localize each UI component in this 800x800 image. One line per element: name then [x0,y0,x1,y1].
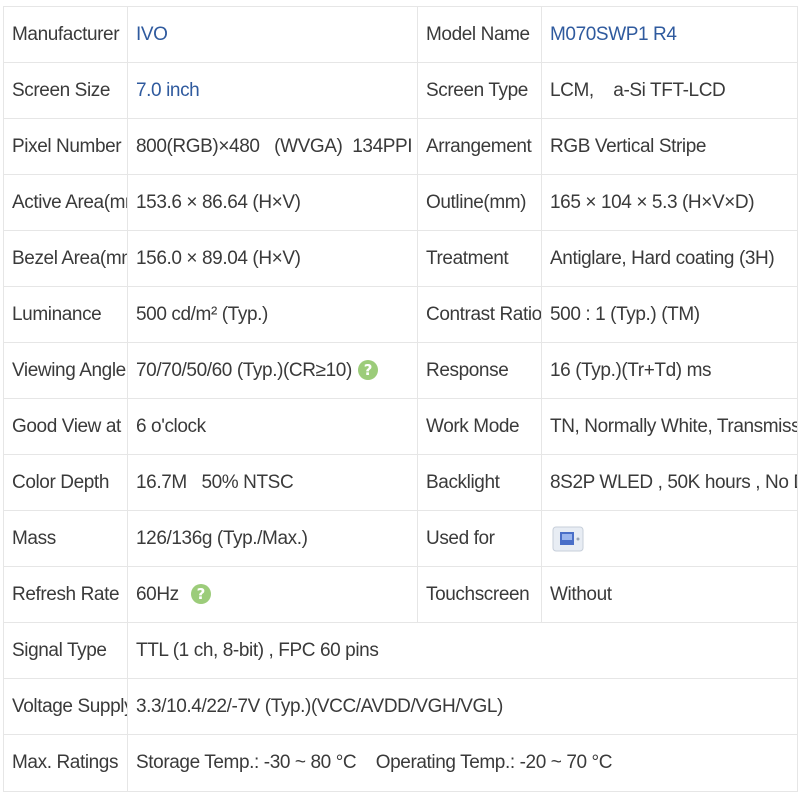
treatment-label: Treatment [417,230,542,287]
manufacturer-label: Manufacturer [3,6,128,63]
refresh-rate-cell: 60Hz? [127,566,418,623]
viewing-angle-cell: 70/70/50/60 (Typ.)(CR≥10)? [127,342,418,399]
voltage-supply-label: Voltage Supply [3,678,128,735]
mass-value: 126/136g (Typ./Max.) [127,510,418,567]
used-for-label: Used for [417,510,542,567]
table-row: Signal Type TTL (1 ch, 8-bit) , FPC 60 p… [3,622,798,679]
help-icon[interactable]: ? [357,360,378,381]
touchscreen-label: Touchscreen [417,566,542,623]
outline-value: 165 × 104 × 5.3 (H×V×D) [541,174,798,231]
bezel-area-value: 156.0 × 89.04 (H×V) [127,230,418,287]
arrangement-label: Arrangement [417,118,542,175]
bezel-area-label: Bezel Area(mm) [3,230,128,287]
work-mode-value: TN, Normally White, Transmissive [541,398,798,455]
backlight-label: Backlight [417,454,542,511]
refresh-rate-value: 60Hz [136,583,179,605]
refresh-rate-label: Refresh Rate [3,566,128,623]
device-thumbnail-icon[interactable] [550,523,586,555]
active-area-value: 153.6 × 86.64 (H×V) [127,174,418,231]
table-row: Voltage Supply 3.3/10.4/22/-7V (Typ.)(VC… [3,678,798,735]
table-row: Manufacturer IVO Model Name M070SWP1 R4 [3,6,798,63]
voltage-supply-value: 3.3/10.4/22/-7V (Typ.)(VCC/AVDD/VGH/VGL) [127,678,798,735]
mass-label: Mass [3,510,128,567]
screen-type-value: LCM, a-Si TFT-LCD [541,62,798,119]
response-value: 16 (Typ.)(Tr+Td) ms [541,342,798,399]
table-row: Viewing Angle 70/70/50/60 (Typ.)(CR≥10)?… [3,342,798,399]
model-name-label: Model Name [417,6,542,63]
help-icon[interactable]: ? [190,584,211,605]
arrangement-value: RGB Vertical Stripe [541,118,798,175]
spec-table: Manufacturer IVO Model Name M070SWP1 R4 … [3,6,798,792]
active-area-label: Active Area(mm) [3,174,128,231]
touchscreen-value: Without [541,566,798,623]
pixel-number-label: Pixel Number [3,118,128,175]
pixel-number-value: 800(RGB)×480 (WVGA) 134PPI [127,118,418,175]
color-depth-label: Color Depth [3,454,128,511]
screen-size-link[interactable]: 7.0 inch [127,62,418,119]
good-view-value: 6 o'clock [127,398,418,455]
backlight-value: 8S2P WLED , 50K hours , No Driver [541,454,798,511]
contrast-ratio-value: 500 : 1 (Typ.) (TM) [541,286,798,343]
response-label: Response [417,342,542,399]
good-view-label: Good View at [3,398,128,455]
signal-type-value: TTL (1 ch, 8-bit) , FPC 60 pins [127,622,798,679]
screen-size-label: Screen Size [3,62,128,119]
used-for-cell [541,510,798,567]
signal-type-label: Signal Type [3,622,128,679]
table-row: Active Area(mm) 153.6 × 86.64 (H×V) Outl… [3,174,798,231]
contrast-ratio-label: Contrast Ratio [417,286,542,343]
model-name-link[interactable]: M070SWP1 R4 [541,6,798,63]
color-depth-value: 16.7M 50% NTSC [127,454,418,511]
table-row: Pixel Number 800(RGB)×480 (WVGA) 134PPI … [3,118,798,175]
viewing-angle-label: Viewing Angle [3,342,128,399]
table-row: Color Depth 16.7M 50% NTSC Backlight 8S2… [3,454,798,511]
work-mode-label: Work Mode [417,398,542,455]
outline-label: Outline(mm) [417,174,542,231]
table-row: Max. Ratings Storage Temp.: -30 ~ 80 °C … [3,734,798,792]
table-row: Refresh Rate 60Hz? Touchscreen Without [3,566,798,623]
table-row: Screen Size 7.0 inch Screen Type LCM, a-… [3,62,798,119]
table-row: Mass 126/136g (Typ./Max.) Used for [3,510,798,567]
manufacturer-link[interactable]: IVO [127,6,418,63]
treatment-value: Antiglare, Hard coating (3H) [541,230,798,287]
viewing-angle-value: 70/70/50/60 (Typ.)(CR≥10) [136,359,352,381]
max-ratings-label: Max. Ratings [3,734,128,792]
luminance-value: 500 cd/m² (Typ.) [127,286,418,343]
table-row: Bezel Area(mm) 156.0 × 89.04 (H×V) Treat… [3,230,798,287]
luminance-label: Luminance [3,286,128,343]
max-ratings-value: Storage Temp.: -30 ~ 80 °C Operating Tem… [127,734,798,792]
screen-type-label: Screen Type [417,62,542,119]
table-row: Luminance 500 cd/m² (Typ.) Contrast Rati… [3,286,798,343]
table-row: Good View at 6 o'clock Work Mode TN, Nor… [3,398,798,455]
